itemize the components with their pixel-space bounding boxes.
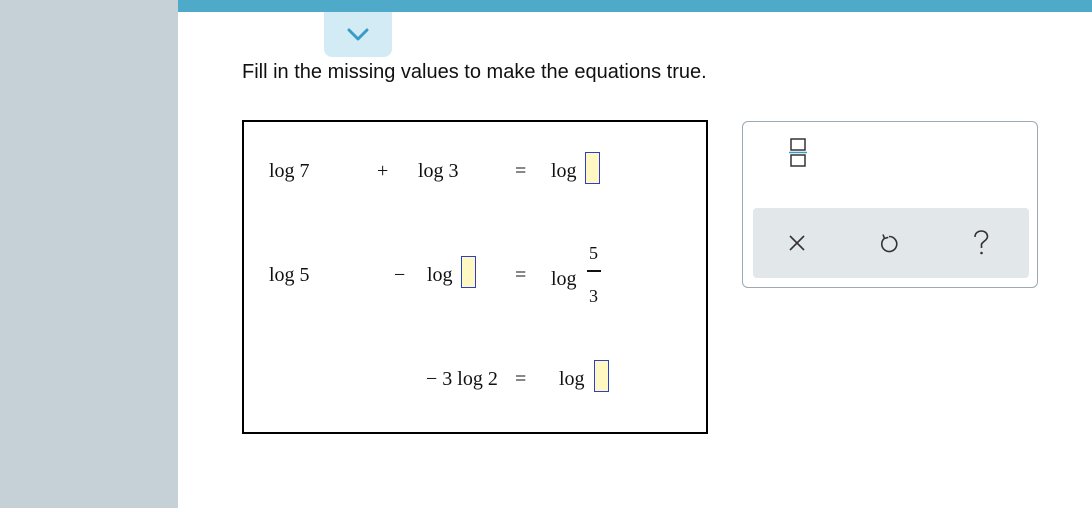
fraction-template-button[interactable] bbox=[785, 132, 811, 172]
eq2-fraction-bar bbox=[587, 270, 601, 272]
undo-button[interactable] bbox=[875, 229, 903, 257]
help-icon bbox=[974, 230, 989, 255]
eq3-rhs-log: log bbox=[559, 368, 585, 390]
clear-button[interactable] bbox=[783, 229, 811, 257]
undo-icon bbox=[880, 234, 898, 253]
collapse-toggle-button[interactable] bbox=[324, 12, 392, 57]
left-sidebar bbox=[0, 0, 178, 508]
eq3-term1: − 3 log 2 bbox=[426, 368, 498, 390]
eq2-term1: log 5 bbox=[269, 264, 310, 286]
eq3-equals: = bbox=[515, 368, 527, 390]
eq1-operator: + bbox=[377, 160, 389, 182]
action-tray bbox=[753, 208, 1029, 278]
top-bar bbox=[178, 0, 1092, 12]
eq2-operator: − bbox=[394, 264, 406, 286]
eq2-term2-log: log bbox=[427, 264, 453, 286]
fraction-template-icon bbox=[789, 138, 807, 167]
equations-box: log 7 + log 3 = log log 5 − log = log 5 … bbox=[242, 120, 708, 434]
eq1-term2: log 3 bbox=[418, 160, 459, 182]
eq1-answer-input[interactable] bbox=[585, 152, 600, 184]
eq2-fraction-denominator: 3 bbox=[589, 286, 598, 306]
eq3-answer-input[interactable] bbox=[594, 360, 609, 392]
chevron-down-icon bbox=[347, 28, 369, 40]
eq2-fraction-numerator: 5 bbox=[589, 243, 598, 263]
eq2-answer-input[interactable] bbox=[461, 256, 476, 288]
eq1-rhs-log: log bbox=[551, 160, 577, 182]
eq2-rhs-log: log bbox=[551, 268, 577, 290]
eq1-equals: = bbox=[515, 160, 527, 182]
close-icon bbox=[789, 235, 805, 251]
math-palette bbox=[742, 121, 1038, 288]
help-button[interactable] bbox=[967, 229, 995, 257]
question-prompt: Fill in the missing values to make the e… bbox=[242, 61, 707, 83]
eq1-term1: log 7 bbox=[269, 160, 310, 182]
eq2-equals: = bbox=[515, 264, 527, 286]
